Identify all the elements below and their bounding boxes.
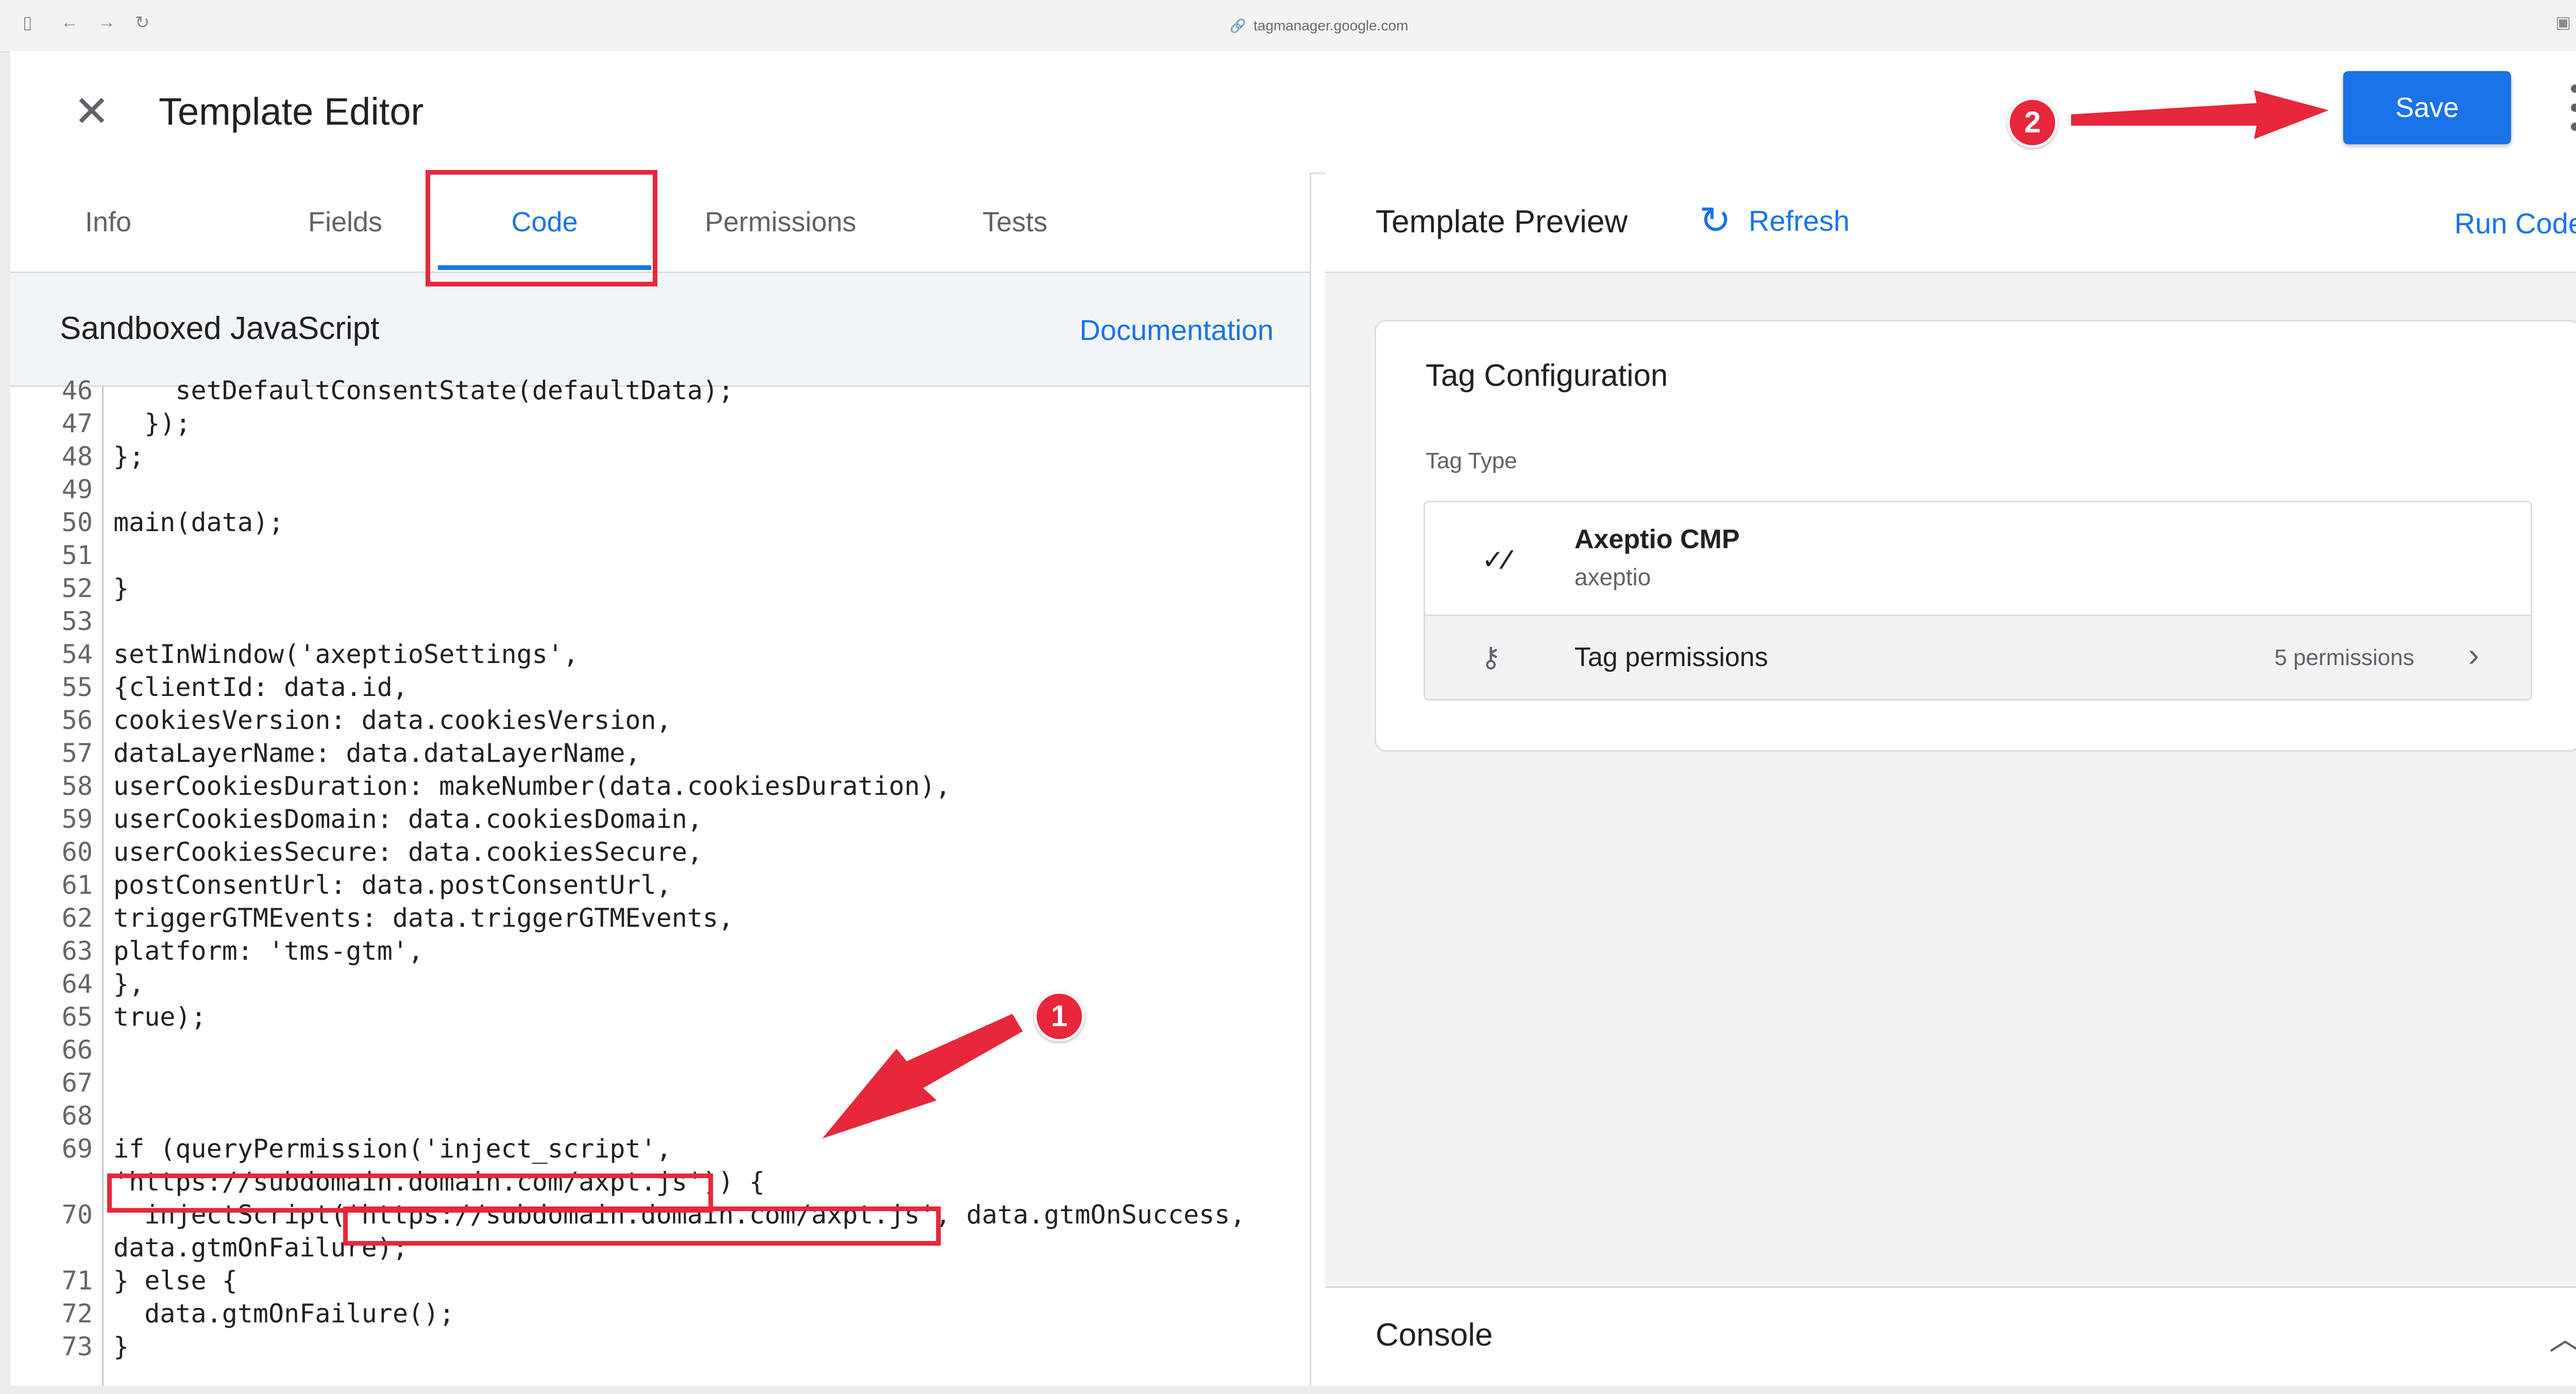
- code-line: triggerGTMEvents: data.triggerGTMEvents,: [113, 903, 734, 933]
- address-bar[interactable]: 🔗 tagmanager.google.com: [1175, 11, 1463, 40]
- tag-type-row[interactable]: ✓⁄ Axeptio CMP axeptio: [1425, 502, 2531, 616]
- line-number: 59: [61, 804, 93, 834]
- line-number: 62: [61, 903, 93, 933]
- code-line: setInWindow('axeptioSettings',: [113, 639, 579, 669]
- url-text: tagmanager.google.com: [1253, 18, 1409, 33]
- tag-vendor: axeptio: [1574, 564, 1651, 590]
- tab-tests[interactable]: Tests: [948, 173, 1082, 271]
- preview-header: Template Preview ↻ Refresh Run Code: [1325, 173, 2576, 273]
- tab-fields[interactable]: Fields: [278, 173, 412, 271]
- tag-configuration-title: Tag Configuration: [1426, 358, 1668, 393]
- highlight-box-code-tab: [426, 170, 657, 286]
- line-number: 47: [61, 409, 93, 438]
- code-line: userCookiesSecure: data.cookiesSecure,: [113, 837, 703, 867]
- code-line: userCookiesDomain: data.cookiesDomain,: [113, 804, 703, 834]
- documentation-link[interactable]: Documentation: [1079, 313, 1274, 347]
- refresh-icon: ↻: [1699, 199, 1732, 242]
- line-number: 73: [61, 1332, 93, 1362]
- code-line: main(data);: [113, 507, 284, 537]
- line-number: 61: [61, 870, 93, 900]
- code-line: };: [113, 441, 145, 471]
- sidebar-toggle-icon[interactable]: ▯: [23, 12, 32, 33]
- code-line: true);: [113, 1002, 207, 1032]
- line-number: 58: [61, 771, 93, 801]
- browser-toolbar: ▯ ← → ↻ 🔗 tagmanager.google.com ▣ ▦: [0, 0, 2576, 53]
- line-number: 67: [61, 1068, 93, 1098]
- refresh-label: Refresh: [1749, 204, 1850, 237]
- save-button[interactable]: Save: [2343, 71, 2511, 144]
- code-line: } else {: [113, 1266, 238, 1296]
- reload-icon[interactable]: ↻: [135, 12, 150, 33]
- editor-header: ✕ Template Editor Save: [10, 52, 2576, 174]
- more-options-icon[interactable]: [2565, 84, 2576, 131]
- line-number: 72: [61, 1299, 93, 1329]
- line-number: 52: [61, 573, 93, 603]
- share-icon[interactable]: ▣: [2555, 12, 2571, 32]
- line-number: 60: [61, 837, 93, 867]
- close-icon[interactable]: ✕: [71, 90, 112, 133]
- chevron-up-icon[interactable]: ︿: [2549, 1313, 2576, 1359]
- line-number: 70: [61, 1200, 93, 1230]
- code-line: {clientId: data.id,: [113, 672, 408, 702]
- gutter-divider: [102, 387, 104, 1386]
- line-number: 56: [61, 705, 93, 735]
- line-number: 46: [61, 376, 93, 405]
- template-preview-panel: Template Preview ↻ Refresh Run Code Tag …: [1325, 173, 2576, 1386]
- refresh-button[interactable]: ↻ Refresh: [1699, 201, 1850, 240]
- link-icon: 🔗: [1229, 18, 1246, 33]
- page-title: Template Editor: [159, 90, 424, 133]
- back-icon[interactable]: ←: [61, 12, 78, 32]
- line-number: 49: [61, 474, 93, 504]
- line-number: 53: [61, 606, 93, 636]
- preview-title: Template Preview: [1376, 204, 1628, 240]
- tab-permissions[interactable]: Permissions: [665, 173, 896, 271]
- code-line: data.gtmOnFailure();: [113, 1299, 455, 1329]
- tag-configuration-card: Tag Configuration Tag Type ✓⁄ Axeptio CM…: [1375, 320, 2576, 752]
- line-number: 51: [61, 540, 93, 570]
- key-icon: ⚷: [1481, 642, 1501, 673]
- line-number: 54: [61, 639, 93, 669]
- annotation-badge-2: 2: [2007, 97, 2058, 148]
- line-number: 66: [61, 1035, 93, 1065]
- tab-info[interactable]: Info: [41, 173, 175, 271]
- line-number: 65: [61, 1002, 93, 1032]
- code-line: if (queryPermission('inject_script',: [113, 1134, 672, 1164]
- tag-permissions-row[interactable]: ⚷ Tag permissions 5 permissions ›: [1425, 616, 2531, 699]
- code-line: },: [113, 969, 145, 999]
- line-number: 71: [61, 1266, 93, 1296]
- code-line: userCookiesDuration: makeNumber(data.coo…: [113, 771, 951, 801]
- line-number: 55: [61, 672, 93, 702]
- line-number: 69: [61, 1134, 93, 1164]
- code-line: }: [113, 1332, 129, 1362]
- console-label: Console: [1376, 1317, 1493, 1353]
- code-line: });: [113, 409, 191, 438]
- code-line: platform: 'tms-gtm',: [113, 936, 424, 966]
- console-panel[interactable]: Console ︿: [1325, 1286, 2576, 1386]
- code-line: }: [113, 573, 129, 603]
- annotation-badge-1: 1: [1034, 991, 1084, 1042]
- permissions-count: 5 permissions: [2274, 645, 2414, 670]
- line-number: 57: [61, 738, 93, 768]
- line-number: 50: [61, 507, 93, 537]
- tag-name: Axeptio CMP: [1574, 524, 1740, 554]
- code-line: cookiesVersion: data.cookiesVersion,: [113, 705, 672, 735]
- tag-permissions-label: Tag permissions: [1574, 642, 1768, 672]
- forward-icon[interactable]: →: [98, 12, 115, 32]
- chevron-right-icon: ›: [2468, 636, 2479, 673]
- code-line: dataLayerName: data.dataLayerName,: [113, 738, 641, 768]
- line-number: 48: [61, 441, 93, 471]
- line-number: 64: [61, 969, 93, 999]
- line-number: 68: [61, 1101, 93, 1131]
- code-panel-header: Sandboxed JavaScript Documentation: [10, 273, 1310, 387]
- line-number: 63: [61, 936, 93, 966]
- code-panel-title: Sandboxed JavaScript: [60, 311, 380, 346]
- highlight-box-url-2: [343, 1206, 941, 1246]
- axeptio-logo-icon: ✓⁄: [1482, 545, 1509, 575]
- tag-type-label: Tag Type: [1426, 448, 1517, 473]
- tag-type-box: ✓⁄ Axeptio CMP axeptio ⚷ Tag permissions…: [1423, 501, 2532, 701]
- editor-tabs: Info Fields Code Permissions Tests: [10, 173, 1310, 273]
- code-line: setDefaultConsentState(defaultData);: [113, 376, 734, 405]
- run-code-button[interactable]: Run Code: [2454, 207, 2576, 240]
- code-line: postConsentUrl: data.postConsentUrl,: [113, 870, 672, 900]
